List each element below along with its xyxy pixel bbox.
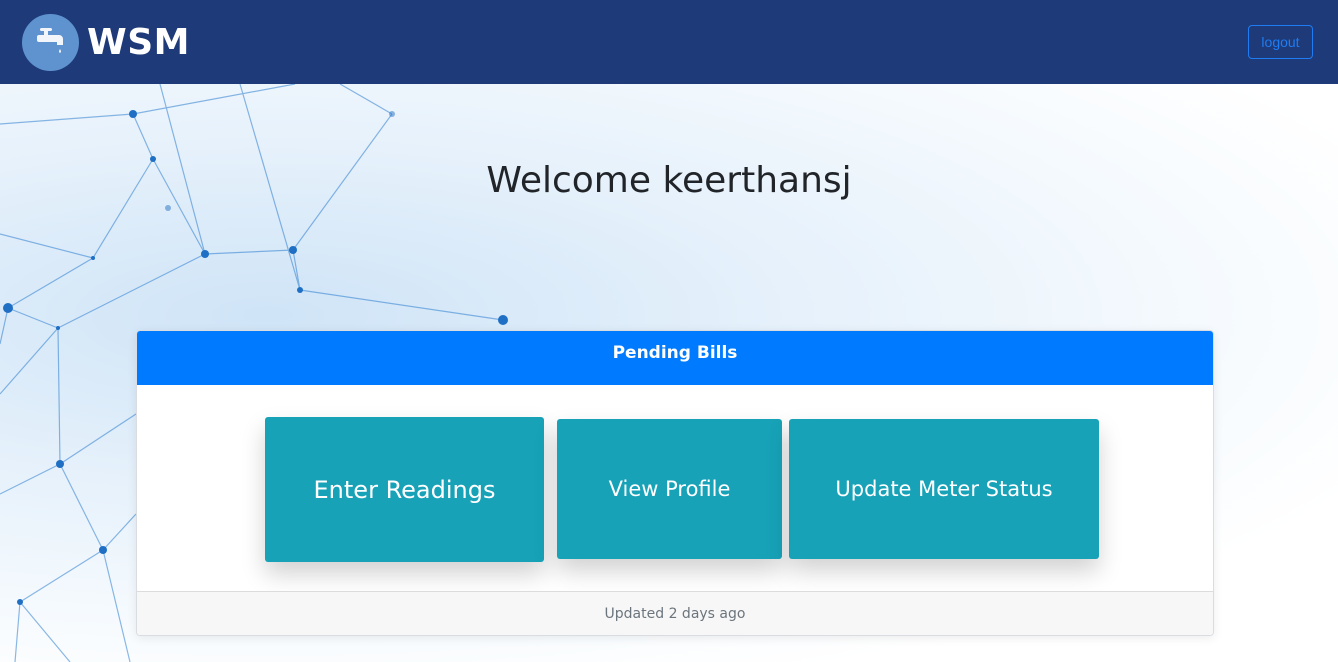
navbar: WSM logout [0, 0, 1338, 84]
water-tap-icon [22, 13, 79, 71]
update-meter-status-button[interactable]: Update Meter Status [789, 419, 1099, 559]
brand-title: WSM [87, 21, 190, 63]
view-profile-button[interactable]: View Profile [557, 419, 782, 559]
welcome-heading: Welcome keerthansj [486, 160, 852, 201]
brand[interactable]: WSM [22, 13, 190, 71]
card-header: Pending Bills [137, 331, 1213, 385]
logout-button[interactable]: logout [1248, 25, 1313, 59]
card-footer: Updated 2 days ago [137, 591, 1213, 635]
enter-readings-button[interactable]: Enter Readings [265, 417, 544, 562]
card-body: Enter Readings View Profile Update Meter… [137, 385, 1213, 593]
pending-bills-card: Pending Bills Enter Readings View Profil… [136, 330, 1214, 636]
